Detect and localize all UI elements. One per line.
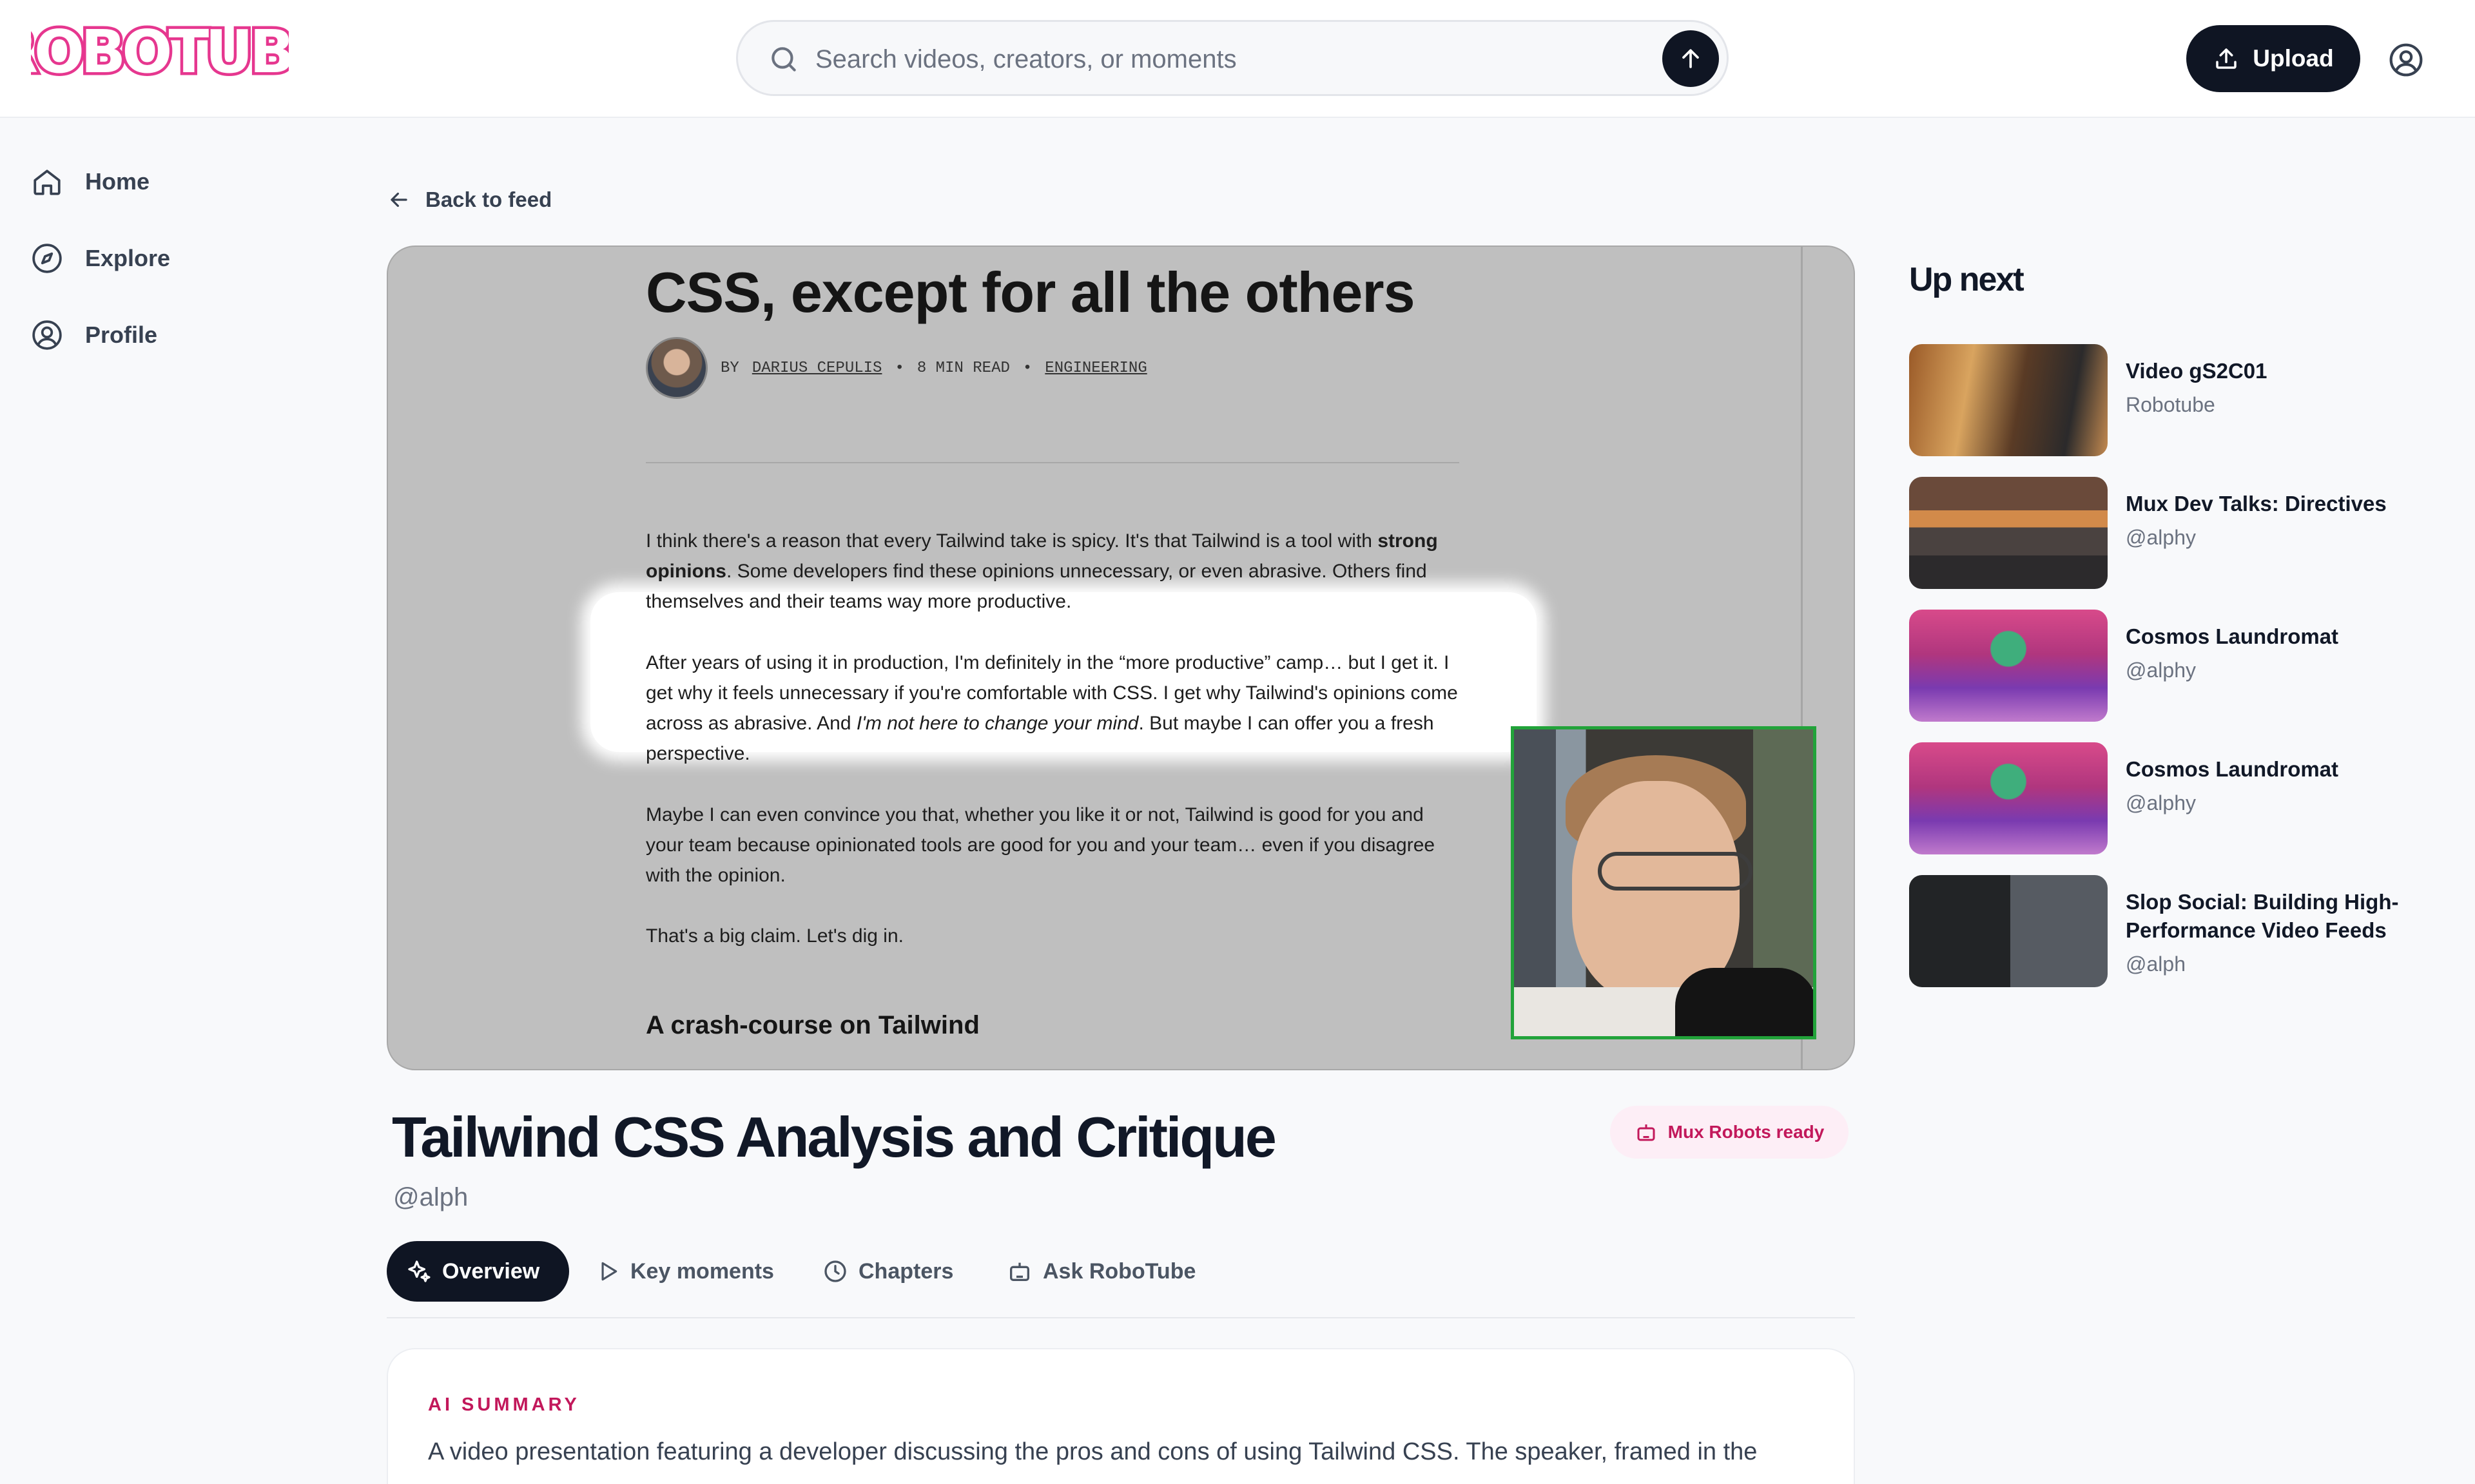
tab-key-moments[interactable]: Key moments [596, 1241, 774, 1302]
search-icon [772, 47, 796, 72]
account-icon[interactable] [2388, 42, 2424, 78]
tab-overview[interactable]: Overview [387, 1241, 570, 1302]
speaker-camera-overlay [1511, 726, 1816, 1039]
up-next-title: Slop Social: Building High-Performance V… [2126, 890, 2399, 942]
arrow-left-icon [391, 192, 407, 207]
sparkles-icon [408, 1260, 431, 1282]
video-thumbnail[interactable] [1909, 742, 2108, 854]
up-next-item[interactable]: Video gS2C01 Robotube [1909, 344, 2451, 458]
status-badge: Mux Robots ready [1610, 1106, 1849, 1159]
ai-summary-card: AI SUMMARY A video presentation featurin… [387, 1348, 1855, 1484]
arrow-up-icon [1682, 49, 1699, 68]
user-circle-icon [32, 320, 62, 350]
sidebar-item-label: Home [85, 168, 150, 195]
home-icon [34, 169, 61, 195]
up-next-channel: @alphy [2126, 791, 2196, 814]
summary-label: AI SUMMARY [428, 1394, 580, 1415]
up-next-heading: Up next [1909, 261, 2024, 298]
microphone [1675, 968, 1813, 1036]
up-next-item[interactable]: Cosmos Laundromat @alphy [1909, 610, 2451, 723]
article-paragraph: Maybe I can even convince you that, whet… [646, 804, 1435, 886]
up-next-channel: @alphy [2126, 526, 2196, 549]
up-next-channel: @alphy [2126, 659, 2196, 682]
up-next-channel: Robotube [2126, 393, 2215, 416]
up-next-title: Cosmos Laundromat [2126, 757, 2339, 781]
tab-label: Chapters [859, 1258, 954, 1284]
speaker-glasses [1598, 852, 1752, 891]
sidebar-item-label: Explore [85, 245, 171, 271]
up-next-item[interactable]: Mux Dev Talks: Directives @alphy [1909, 477, 2451, 590]
author-avatar [646, 337, 708, 399]
article-byline: BY DARIUS CEPULIS • 8 MIN READ • ENGINEE… [646, 337, 1147, 399]
upload-label: Upload [2253, 45, 2334, 72]
up-next-item[interactable]: Cosmos Laundromat @alphy [1909, 742, 2451, 856]
video-title: Tailwind CSS Analysis and Critique [392, 1105, 1277, 1169]
up-next-title: Video gS2C01 [2126, 359, 2267, 383]
upload-icon [2216, 48, 2237, 69]
back-label: Back to feed [425, 188, 552, 211]
back-to-feed-link[interactable]: Back to feed [387, 184, 552, 216]
tab-label: Overview [442, 1258, 540, 1284]
article-paragraph: After years of using it in production, I… [646, 652, 1458, 764]
svg-text:ROBOTUBE: ROBOTUBE [31, 17, 289, 86]
video-player[interactable]: CSS, except for all the others BY DARIUS… [387, 246, 1855, 1070]
tab-label: Ask RoboTube [1043, 1258, 1196, 1284]
compass-icon [32, 244, 62, 273]
sidebar-item-label: Profile [85, 322, 158, 348]
article-paragraph: I think there's a reason that every Tail… [646, 530, 1438, 612]
video-thumbnail[interactable] [1909, 610, 2108, 722]
clock-icon [824, 1260, 846, 1282]
video-channel[interactable]: @alph [393, 1183, 468, 1212]
tab-label: Key moments [630, 1258, 774, 1284]
sidebar-item-explore[interactable]: Explore [31, 236, 170, 281]
article-title: CSS, except for all the others [646, 260, 1415, 324]
byline-separator: • [1022, 359, 1033, 377]
byline-separator: • [895, 359, 904, 377]
byline-author: DARIUS CEPULIS [752, 359, 882, 377]
tab-chapters[interactable]: Chapters [822, 1241, 953, 1302]
up-next-title: Mux Dev Talks: Directives [2126, 492, 2387, 516]
up-next-item[interactable]: Slop Social: Building High-Performance V… [1909, 875, 2451, 988]
sidebar-item-home[interactable]: Home [31, 159, 150, 204]
search-submit-button[interactable] [1662, 30, 1719, 87]
tabs-divider [387, 1317, 1855, 1318]
robotube-logo[interactable]: ROBOTUBE [31, 14, 289, 90]
up-next-title: Cosmos Laundromat [2126, 624, 2339, 648]
search-input[interactable] [815, 35, 1627, 84]
speaker-face [1572, 781, 1740, 1000]
article-subheading: A crash-course on Tailwind [646, 1011, 980, 1039]
article-paragraph: That's a big claim. Let's dig in. [646, 925, 904, 947]
upload-button[interactable]: Upload [2186, 25, 2360, 92]
search-bar [736, 20, 1729, 96]
tab-ask-robotube[interactable]: Ask RoboTube [1007, 1241, 1196, 1302]
byline-category: ENGINEERING [1045, 359, 1147, 377]
video-thumbnail[interactable] [1909, 875, 2108, 987]
play-icon [601, 1262, 617, 1281]
sidebar-item-profile[interactable]: Profile [31, 313, 157, 358]
summary-text: A video presentation featuring a develop… [428, 1438, 1758, 1465]
up-next-channel: @alph [2126, 952, 2186, 976]
robot-icon [1010, 1262, 1029, 1281]
article-divider [646, 462, 1459, 463]
video-thumbnail[interactable] [1909, 344, 2108, 456]
badge-label: Mux Robots ready [1667, 1122, 1825, 1142]
byline-read-time: 8 MIN READ [917, 359, 1010, 377]
top-header: ROBOTUBE Upload [0, 0, 2475, 118]
video-thumbnail[interactable] [1909, 477, 2108, 589]
robot-icon [1637, 1124, 1655, 1141]
byline-prefix: BY [721, 359, 739, 377]
